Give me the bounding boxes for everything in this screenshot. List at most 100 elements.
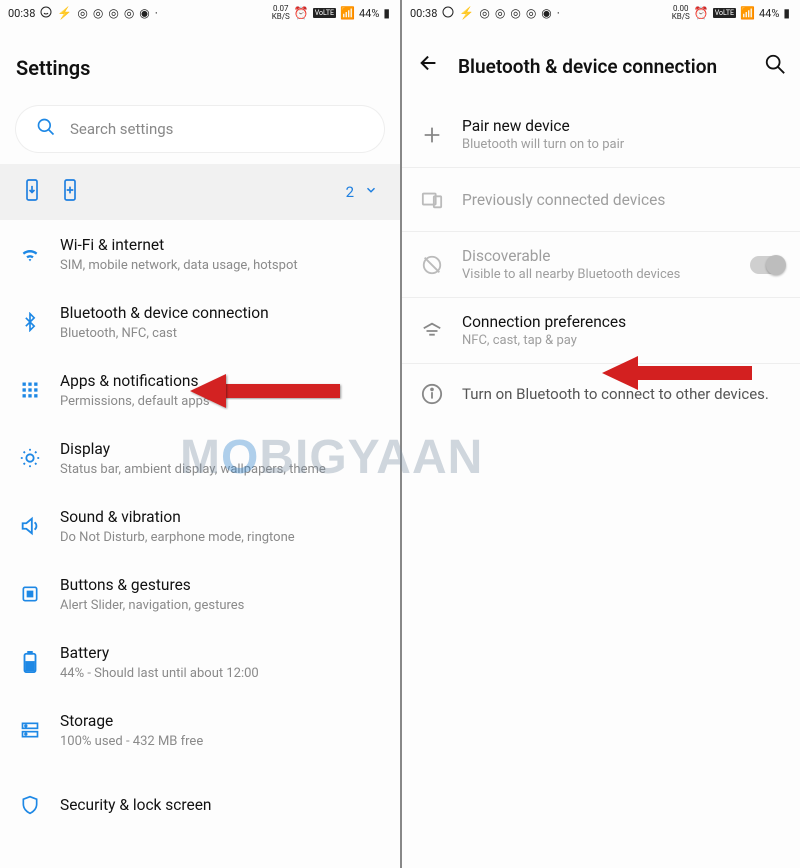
- storage-icon: [18, 718, 42, 742]
- devices-icon: [420, 188, 444, 212]
- item-subtitle: Do Not Disturb, earphone mode, ringtone: [60, 529, 384, 546]
- apps-icon: [18, 378, 42, 402]
- bt-item-previous-devices[interactable]: Previously connected devices: [402, 168, 800, 232]
- item-title: Security & lock screen: [60, 795, 384, 815]
- item-subtitle: Status bar, ambient display, wallpapers,…: [60, 461, 384, 478]
- instagram-icon: ◎: [526, 6, 536, 20]
- item-subtitle: Visible to all nearby Bluetooth devices: [462, 267, 732, 282]
- info-text: Turn on Bluetooth to connect to other de…: [462, 385, 769, 403]
- battery-percent: 44%: [359, 7, 379, 20]
- download-update-icon: [22, 177, 42, 207]
- security-icon: [18, 793, 42, 817]
- item-title: Battery: [60, 643, 384, 663]
- instagram-icon: ◎: [495, 6, 505, 20]
- suggestion-bar[interactable]: 2: [0, 164, 400, 220]
- display-icon: [18, 446, 42, 470]
- back-button[interactable]: [418, 52, 440, 80]
- battery-percent: 44%: [759, 7, 779, 20]
- settings-item-wifi[interactable]: Wi-Fi & internet SIM, mobile network, da…: [0, 220, 400, 288]
- item-subtitle: NFC, cast, tap & pay: [462, 333, 784, 348]
- bt-item-pair-new[interactable]: Pair new device Bluetooth will turn on t…: [402, 102, 800, 168]
- item-subtitle: 100% used - 432 MB free: [60, 733, 384, 750]
- item-subtitle: Permissions, default apps: [60, 393, 384, 410]
- volte-badge: VoLTE: [713, 8, 736, 18]
- item-title: Display: [60, 439, 384, 459]
- instagram-icon: ◎: [479, 6, 489, 20]
- status-bar-right: 00:38 ⚡ ◎ ◎ ◎ ◎ ◉ · 0.00KB/S ⏰ VoLTE 📶 4…: [402, 0, 800, 26]
- item-subtitle: Alert Slider, navigation, gestures: [60, 597, 384, 614]
- bluetooth-panel: 00:38 ⚡ ◎ ◎ ◎ ◎ ◉ · 0.00KB/S ⏰ VoLTE 📶 4…: [400, 0, 800, 868]
- sound-icon: [18, 514, 42, 538]
- item-title: Buttons & gestures: [60, 575, 384, 595]
- instagram-icon: ◎: [510, 6, 520, 20]
- item-title: Sound & vibration: [60, 507, 384, 527]
- item-subtitle: Bluetooth, NFC, cast: [60, 325, 384, 342]
- page-title: Bluetooth & device connection: [458, 55, 746, 78]
- discoverable-toggle[interactable]: [750, 256, 784, 274]
- item-title: Pair new device: [462, 117, 784, 135]
- status-time: 00:38: [8, 7, 35, 20]
- bt-item-discoverable[interactable]: Discoverable Visible to all nearby Bluet…: [402, 232, 800, 298]
- preferences-icon: [420, 319, 444, 343]
- more-icon: ·: [155, 6, 158, 20]
- more-icon: ·: [557, 6, 560, 20]
- item-title: Previously connected devices: [462, 191, 784, 209]
- volte-badge: VoLTE: [313, 8, 336, 18]
- charging-icon: ⚡: [57, 6, 72, 20]
- bluetooth-info: Turn on Bluetooth to connect to other de…: [402, 364, 800, 424]
- settings-item-storage[interactable]: Storage 100% used - 432 MB free: [0, 696, 400, 764]
- item-subtitle: Bluetooth will turn on to pair: [462, 137, 784, 152]
- search-button[interactable]: [764, 53, 786, 79]
- settings-item-bluetooth[interactable]: Bluetooth & device connection Bluetooth,…: [0, 288, 400, 356]
- battery-icon: [18, 650, 42, 674]
- search-settings[interactable]: Search settings: [16, 106, 384, 152]
- settings-item-security[interactable]: Security & lock screen: [0, 764, 400, 832]
- status-time: 00:38: [410, 7, 437, 20]
- settings-item-display[interactable]: Display Status bar, ambient display, wal…: [0, 424, 400, 492]
- instagram-icon: ◎: [124, 6, 134, 20]
- item-title: Wi-Fi & internet: [60, 235, 384, 255]
- battery-icon: ▮: [783, 6, 790, 20]
- chevron-down-icon: [364, 183, 378, 201]
- data-speed: 0.00KB/S: [672, 5, 690, 21]
- signal-icon: 📶: [340, 6, 355, 20]
- instagram-icon: ◎: [77, 6, 87, 20]
- discoverable-icon: [420, 253, 444, 277]
- whatsapp-icon: [442, 6, 454, 21]
- instagram-icon: ◎: [93, 6, 103, 20]
- settings-item-sound[interactable]: Sound & vibration Do Not Disturb, earpho…: [0, 492, 400, 560]
- signal-icon: 📶: [740, 6, 755, 20]
- notification-dot-icon: ◉: [139, 6, 149, 20]
- item-subtitle: SIM, mobile network, data usage, hotspot: [60, 257, 384, 274]
- settings-item-battery[interactable]: Battery 44% - Should last until about 12…: [0, 628, 400, 696]
- battery-icon: ▮: [383, 6, 390, 20]
- settings-panel: 00:38 ⚡ ◎ ◎ ◎ ◎ ◉ · 0.07KB/S ⏰ VoLTE 📶 4…: [0, 0, 400, 868]
- whatsapp-icon: [40, 6, 52, 21]
- settings-item-apps[interactable]: Apps & notifications Permissions, defaul…: [0, 356, 400, 424]
- item-title: Storage: [60, 711, 384, 731]
- battery-plus-icon: [60, 177, 80, 207]
- page-title: Settings: [0, 26, 400, 106]
- data-speed: 0.07KB/S: [272, 5, 290, 21]
- notification-dot-icon: ◉: [541, 6, 551, 20]
- bt-item-connection-prefs[interactable]: Connection preferences NFC, cast, tap & …: [402, 298, 800, 364]
- buttons-icon: [18, 582, 42, 606]
- instagram-icon: ◎: [108, 6, 118, 20]
- status-bar-left: 00:38 ⚡ ◎ ◎ ◎ ◎ ◉ · 0.07KB/S ⏰ VoLTE 📶 4…: [0, 0, 400, 26]
- search-placeholder: Search settings: [70, 120, 173, 138]
- suggestion-count: 2: [346, 183, 354, 201]
- item-title: Apps & notifications: [60, 371, 384, 391]
- search-icon: [36, 117, 56, 141]
- settings-item-buttons[interactable]: Buttons & gestures Alert Slider, navigat…: [0, 560, 400, 628]
- item-title: Connection preferences: [462, 313, 784, 331]
- alarm-icon: ⏰: [294, 6, 309, 20]
- plus-icon: [420, 123, 444, 147]
- item-title: Discoverable: [462, 247, 732, 265]
- item-title: Bluetooth & device connection: [60, 303, 384, 323]
- bluetooth-icon: [18, 310, 42, 334]
- wifi-icon: [18, 242, 42, 266]
- charging-icon: ⚡: [459, 6, 474, 20]
- item-subtitle: 44% - Should last until about 12:00: [60, 665, 384, 682]
- alarm-icon: ⏰: [694, 6, 709, 20]
- info-icon: [420, 382, 444, 406]
